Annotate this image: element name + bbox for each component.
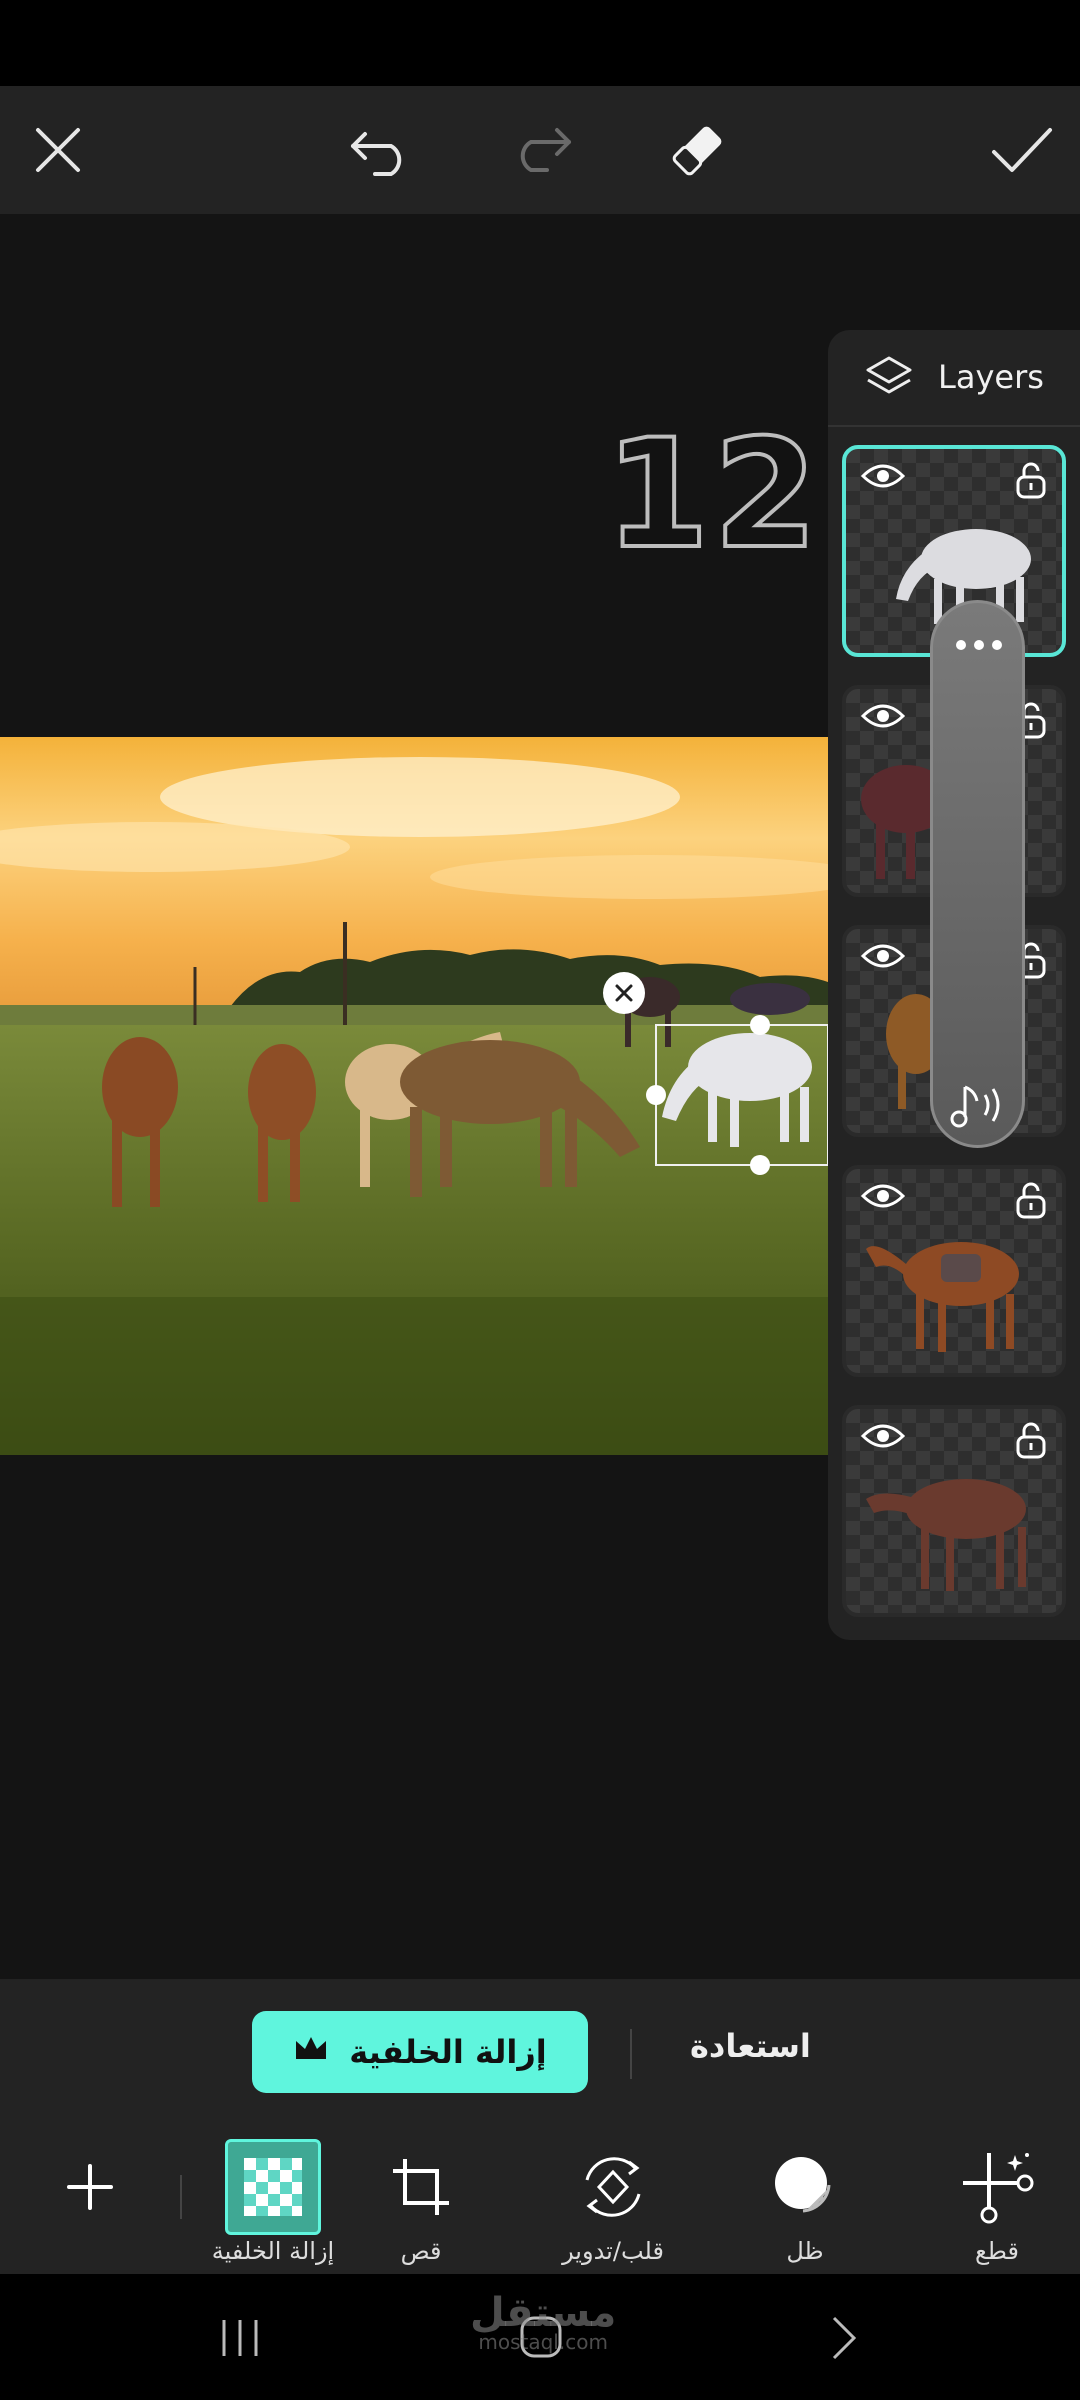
flip-rotate-icon [565,2139,661,2235]
tool-label: إزالة الخلفية [211,2237,335,2265]
back-icon[interactable] [826,2314,860,2366]
restore-button[interactable]: استعادة [690,2027,811,2065]
photo-canvas[interactable] [0,737,828,1455]
tool-label: قص [400,2237,442,2265]
close-icon[interactable] [18,110,98,190]
undo-icon[interactable] [342,110,422,190]
plus-icon [42,2139,138,2235]
top-toolbar [0,86,1080,214]
shadow-icon [757,2139,853,2235]
recent-apps-icon[interactable] [218,2316,262,2364]
add-button[interactable] [15,2139,165,2235]
remove-background-icon [225,2139,321,2235]
tool-label: قطع [975,2237,1019,2265]
cutout-icon [949,2139,1045,2235]
floating-tool-pill[interactable] [930,600,1025,1148]
watermark: مستقل mostaql.com [470,2290,616,2354]
tool-cutout[interactable]: قطع [922,2139,1072,2265]
more-options-icon[interactable] [953,637,1005,656]
crown-icon [293,2033,329,2071]
tool-crop[interactable]: قص [346,2139,496,2265]
tool-shadow[interactable]: ظل [730,2139,880,2265]
layers-title: Layers [938,358,1044,396]
layers-icon [864,354,914,404]
check-icon[interactable] [982,110,1062,190]
text-sticker[interactable]: 12 [603,418,822,572]
remove-background-label: إزالة الخلفية [349,2033,547,2071]
music-sound-icon[interactable] [949,1079,1011,1135]
tool-label: ظل [786,2237,824,2265]
status-bar [0,0,1080,86]
layer-thumbnail [866,1479,1026,1591]
tool-flip-rotate[interactable]: قلب/تدوير [538,2139,688,2265]
tool-remove-background[interactable]: إزالة الخلفية [198,2139,348,2265]
layers-header[interactable]: Layers [828,330,1080,427]
redo-icon[interactable] [500,110,580,190]
layer-item-4[interactable] [842,1165,1066,1377]
watermark-url: mostaql.com [478,2330,608,2354]
divider [180,2175,182,2219]
divider [630,2029,632,2079]
crop-icon [373,2139,469,2235]
remove-background-button[interactable]: إزالة الخلفية [252,2011,588,2093]
tool-label: قلب/تدوير [562,2237,664,2265]
eraser-icon[interactable] [658,110,738,190]
layer-thumbnail [866,1242,1019,1352]
remove-selection-icon[interactable] [603,972,645,1014]
layer-item-5[interactable] [842,1405,1066,1617]
bottom-panel: إزالة الخلفية استعادة إزالة الخلفية قص ق… [0,1979,1080,2274]
